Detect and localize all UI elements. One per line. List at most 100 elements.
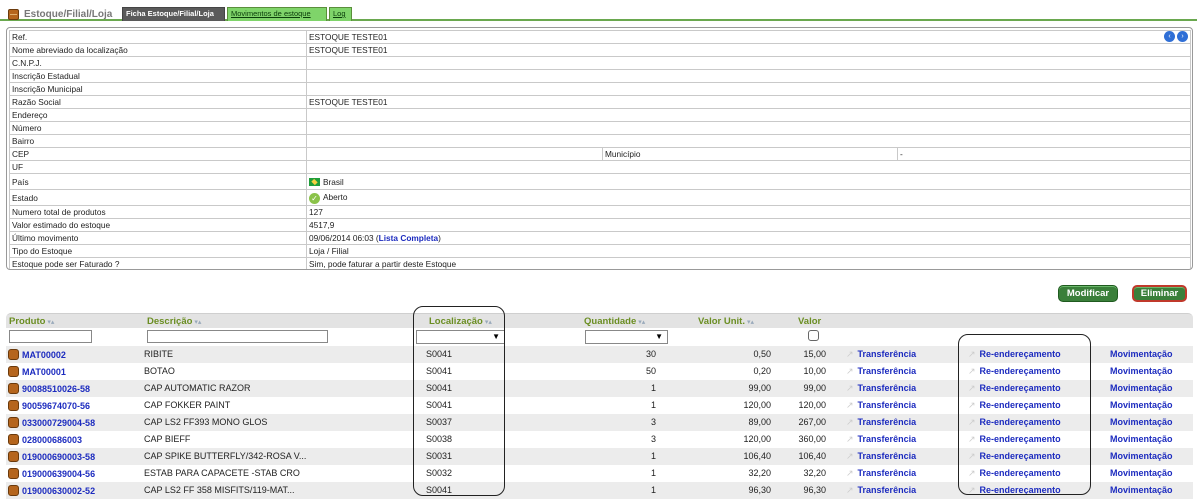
readdress-link[interactable]: ↗ Re-endereçamento [968, 383, 1061, 394]
movement-link[interactable]: Movimentação [1110, 349, 1173, 359]
tab-ficha-estoque[interactable]: Ficha Estoque/Filial/Loja [122, 7, 225, 21]
product-quantity: 3 [650, 434, 656, 444]
product-code-link[interactable]: MAT00001 [22, 367, 66, 377]
product-code-link[interactable]: 019000639004-56 [22, 469, 95, 479]
product-code-link[interactable]: 033000729004-58 [22, 418, 95, 428]
info-label: Nome abreviado da localização [9, 43, 307, 57]
table-row: 019000690003-58 CAP SPIKE BUTTERFLY/342-R… [6, 448, 1193, 465]
arrow-left-circle-icon[interactable]: ‹ [1164, 31, 1175, 42]
transfer-link[interactable]: ↗ Transferência [846, 383, 916, 394]
sort-arrows-icon[interactable]: ▾▴ [194, 319, 201, 326]
brazil-flag-icon [309, 177, 320, 186]
info-value: 127 [305, 205, 1192, 219]
info-value [306, 147, 603, 161]
header-localizacao[interactable]: Localização ▾▴ [429, 316, 492, 327]
transfer-link[interactable]: ↗ Transferência [846, 417, 916, 428]
descricao-filter-input[interactable] [147, 330, 328, 343]
sort-arrows-icon[interactable]: ▾▴ [638, 319, 645, 326]
header-quantidade[interactable]: Quantidade ▾▴ [584, 316, 645, 327]
info-label-municipio: Município [602, 147, 898, 161]
movement-link[interactable]: Movimentação [1110, 366, 1173, 376]
movement-link[interactable]: Movimentação [1110, 434, 1173, 444]
transfer-link[interactable]: ↗ Transferência [846, 366, 916, 377]
readdress-link[interactable]: ↗ Re-endereçamento [968, 400, 1061, 411]
product-code-link[interactable]: MAT00002 [22, 350, 66, 360]
info-value: ESTOQUE TESTE01 [305, 95, 1192, 109]
info-label: País [9, 173, 307, 190]
readdress-link[interactable]: ↗ Re-endereçamento [968, 417, 1061, 428]
product-code-link[interactable]: 90088510026-58 [22, 384, 90, 394]
header-produto[interactable]: Produto ▾▴ [9, 316, 54, 327]
readdress-label: Re-endereçamento [979, 349, 1061, 359]
info-row-endereco: Endereço [9, 108, 1192, 122]
info-value [305, 134, 1192, 148]
product-code-link[interactable]: 019000630002-52 [22, 486, 95, 496]
readdress-link[interactable]: ↗ Re-endereçamento [968, 451, 1061, 462]
produto-filter-input[interactable] [9, 330, 92, 343]
stock-info-panel: Ref. ESTOQUE TESTE01 Nome abreviado da l… [6, 27, 1193, 270]
readdress-link[interactable]: ↗ Re-endereçamento [968, 468, 1061, 479]
product-box-icon [8, 417, 19, 428]
info-value [305, 56, 1192, 70]
info-label: Estoque pode ser Faturado ? [9, 257, 307, 269]
product-description: ESTAB PARA CAPACETE -STAB CRO [144, 468, 300, 478]
full-list-link[interactable]: Lista Completa [379, 233, 438, 243]
info-label: CEP [9, 147, 307, 161]
product-box-icon [8, 451, 19, 462]
tab-movimentos-estoque[interactable]: Movimentos de estoque [227, 7, 327, 21]
transfer-link[interactable]: ↗ Transferência [846, 349, 916, 360]
product-unit-value: 106,40 [743, 451, 771, 461]
info-label: Último movimento [9, 231, 307, 245]
delete-button[interactable]: Eliminar [1132, 285, 1187, 302]
transfer-label: Transferência [857, 417, 917, 427]
readdress-link[interactable]: ↗ Re-endereçamento [968, 349, 1061, 360]
product-code-link[interactable]: 019000690003-58 [22, 452, 95, 462]
product-cell: 019000690003-58 [8, 451, 95, 462]
record-nav: ‹ › [1164, 31, 1188, 42]
info-row-tipo-estoque: Tipo do Estoque Loja / Filial [9, 244, 1192, 258]
header-descricao[interactable]: Descrição ▾▴ [147, 316, 201, 327]
paren-close: ) [438, 233, 441, 243]
movement-link[interactable]: Movimentação [1110, 400, 1173, 410]
readdress-link[interactable]: ↗ Re-endereçamento [968, 434, 1061, 445]
tab-log[interactable]: Log [329, 7, 352, 21]
transfer-label: Transferência [857, 434, 917, 444]
external-arrow-icon: ↗ [968, 451, 976, 461]
movement-link[interactable]: Movimentação [1110, 383, 1173, 393]
header-valor-unit[interactable]: Valor Unit. ▾▴ [698, 316, 754, 327]
info-value: ESTOQUE TESTE01 [305, 43, 1192, 57]
movement-link[interactable]: Movimentação [1110, 485, 1173, 495]
external-arrow-icon: ↗ [846, 485, 854, 495]
valor-filter-checkbox[interactable] [808, 330, 819, 341]
readdress-link[interactable]: ↗ Re-endereçamento [968, 366, 1061, 377]
product-cell: 033000729004-58 [8, 417, 95, 428]
movement-link[interactable]: Movimentação [1110, 451, 1173, 461]
quantidade-filter-select[interactable]: ▼ [585, 330, 668, 344]
readdress-link[interactable]: ↗ Re-endereçamento [968, 485, 1061, 496]
sort-arrows-icon[interactable]: ▾▴ [47, 319, 54, 326]
localizacao-filter-select[interactable]: ▼ [416, 330, 505, 344]
transfer-link[interactable]: ↗ Transferência [846, 400, 916, 411]
movement-link[interactable]: Movimentação [1110, 417, 1173, 427]
readdress-label: Re-endereçamento [979, 485, 1061, 495]
product-quantity: 30 [645, 349, 656, 359]
product-cell: 019000639004-56 [8, 468, 95, 479]
arrow-right-circle-icon[interactable]: › [1177, 31, 1188, 42]
status-check-icon: ✓ [309, 192, 320, 204]
sort-arrows-icon[interactable]: ▾▴ [485, 319, 492, 326]
product-cell: MAT00001 [8, 366, 66, 377]
stock-info-table: Ref. ESTOQUE TESTE01 Nome abreviado da l… [9, 30, 1192, 269]
modify-button[interactable]: Modificar [1058, 285, 1118, 302]
transfer-link[interactable]: ↗ Transferência [846, 468, 916, 479]
info-row-total-produtos: Numero total de produtos 127 [9, 205, 1192, 219]
info-label: Endereço [9, 108, 307, 122]
transfer-link[interactable]: ↗ Transferência [846, 434, 916, 445]
product-code-link[interactable]: 90059674070-56 [22, 401, 90, 411]
product-total-value: 10,00 [803, 366, 826, 376]
info-value [305, 121, 1192, 135]
transfer-link[interactable]: ↗ Transferência [846, 485, 916, 496]
movement-link[interactable]: Movimentação [1110, 468, 1173, 478]
sort-arrows-icon[interactable]: ▾▴ [747, 319, 754, 326]
product-code-link[interactable]: 028000686003 [22, 435, 82, 445]
transfer-link[interactable]: ↗ Transferência [846, 451, 916, 462]
